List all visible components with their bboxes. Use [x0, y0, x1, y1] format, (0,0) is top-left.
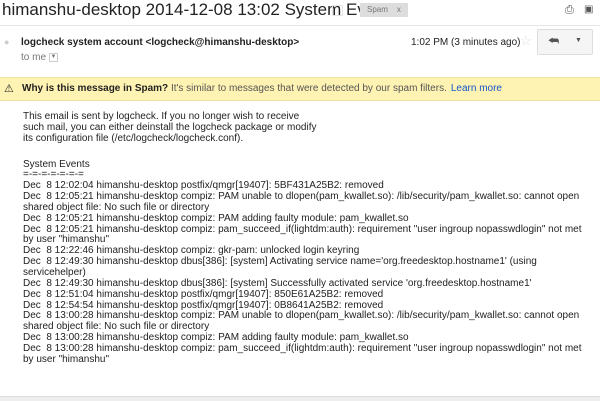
divider [0, 25, 600, 26]
message-time: 1:02 PM (3 minutes ago) [411, 37, 521, 48]
spam-label-badge[interactable]: Spam x [360, 3, 408, 17]
log-entry: Dec 8 12:05:21 himanshu-desktop compiz: … [23, 212, 409, 224]
new-window-icon[interactable]: ▣ [584, 4, 593, 15]
message-body: This email is sent by logcheck. If you n… [23, 111, 585, 366]
log-entry: Dec 8 12:51:04 himanshu-desktop postfix/… [23, 288, 384, 300]
label-text: Spam [367, 5, 388, 14]
learn-more-link[interactable]: Learn more [451, 83, 502, 94]
more-options-chevron-down-icon[interactable]: ▼ [575, 37, 582, 44]
reply-icon[interactable]: ⮪ [548, 34, 559, 49]
log-entry: Dec 8 13:00:28 himanshu-desktop compiz: … [23, 310, 583, 333]
intro-line: its configuration file (/etc/logcheck/lo… [23, 132, 244, 144]
important-marker-icon[interactable] [332, 5, 343, 16]
recipient-line: to me ▼ [21, 52, 59, 63]
spam-warning-banner: ⚠ Why is this message in Spam? It's simi… [0, 77, 600, 101]
show-details-dropdown-icon[interactable]: ▼ [49, 52, 59, 62]
section-title: System Events [23, 158, 90, 170]
remove-label-icon[interactable]: x [397, 5, 401, 14]
recipient-text: to me [21, 52, 47, 63]
log-entry: Dec 8 12:05:21 himanshu-desktop compiz: … [23, 191, 583, 213]
warning-icon: ⚠ [4, 83, 14, 95]
bottom-divider [0, 396, 600, 401]
reply-button-group: ⮪ ▼ [537, 29, 593, 55]
spam-question: Why is this message in Spam? [22, 83, 169, 94]
spam-explanation: It's similar to messages that were detec… [170, 83, 447, 94]
log-entry: Dec 8 13:00:28 himanshu-desktop compiz: … [23, 342, 585, 365]
printer-icon[interactable]: ⎙ [565, 4, 574, 17]
sender-avatar-icon: ● [4, 37, 10, 47]
star-icon[interactable]: ☆ [520, 33, 532, 49]
log-entry: Dec 8 12:05:21 himanshu-desktop compiz: … [23, 223, 585, 246]
log-list: Dec 8 12:02:04 himanshu-desktop postfix/… [23, 180, 585, 365]
sender-name[interactable]: logcheck system account <logcheck@himans… [21, 37, 299, 48]
log-entry: Dec 8 12:49:30 himanshu-desktop dbus[386… [23, 256, 540, 278]
